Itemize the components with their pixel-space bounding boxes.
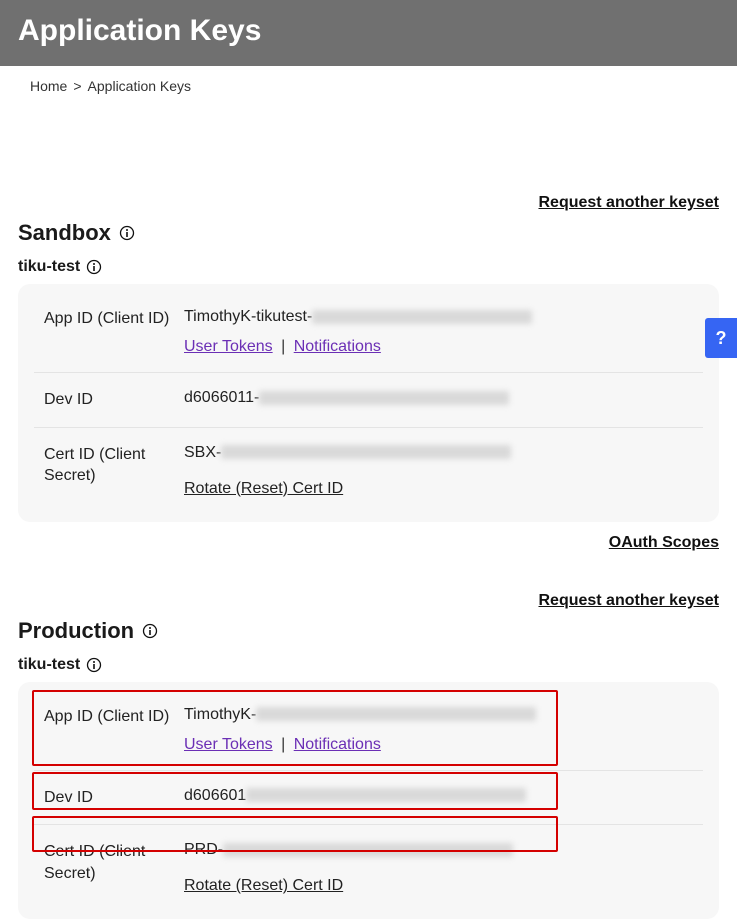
masked-value (223, 843, 513, 857)
app-id-label: App ID (Client ID) (44, 706, 184, 754)
masked-value (246, 788, 526, 802)
table-row: Cert ID (Client Secret) SBX- Rotate (Res… (34, 427, 703, 514)
cert-id-label: Cert ID (Client Secret) (44, 841, 184, 895)
notifications-link[interactable]: Notifications (294, 338, 381, 355)
production-card: App ID (Client ID) TimothyK- User Tokens… (18, 682, 719, 919)
info-icon[interactable] (119, 225, 135, 241)
app-id-label: App ID (Client ID) (44, 308, 184, 356)
dev-id-label: Dev ID (44, 389, 184, 411)
production-app-name-row: tiku-test (18, 656, 719, 674)
oauth-scopes-row: OAuth Scopes (18, 534, 719, 552)
app-id-value: TimothyK-tikutest- User Tokens | Notific… (184, 308, 693, 356)
sandbox-title-row: Sandbox (18, 220, 719, 246)
dev-id-value: d6066011- (184, 389, 693, 411)
user-tokens-link[interactable]: User Tokens (184, 338, 273, 355)
sandbox-app-name-row: tiku-test (18, 258, 719, 276)
breadcrumb: HomeApplication Keys (0, 66, 737, 106)
page-header: Application Keys (0, 0, 737, 66)
table-row: App ID (Client ID) TimothyK-tikutest- Us… (34, 292, 703, 372)
info-icon[interactable] (142, 623, 158, 639)
notifications-link[interactable]: Notifications (294, 736, 381, 753)
request-keyset-link[interactable]: Request another keyset (538, 194, 719, 211)
cert-id-value: SBX- Rotate (Reset) Cert ID (184, 444, 693, 498)
table-row: Cert ID (Client Secret) PRD- Rotate (Res… (34, 824, 703, 911)
masked-value (259, 391, 509, 405)
rotate-cert-link[interactable]: Rotate (Reset) Cert ID (184, 480, 343, 498)
oauth-scopes-link[interactable]: OAuth Scopes (609, 534, 719, 551)
user-tokens-link[interactable]: User Tokens (184, 736, 273, 753)
app-id-value: TimothyK- User Tokens | Notifications (184, 706, 693, 754)
sandbox-title: Sandbox (18, 220, 111, 246)
production-title: Production (18, 618, 134, 644)
masked-value (312, 310, 532, 324)
masked-value (221, 445, 511, 459)
production-app-name: tiku-test (18, 656, 80, 674)
table-row: Dev ID d6066011- (34, 372, 703, 427)
table-row: App ID (Client ID) TimothyK- User Tokens… (34, 690, 703, 770)
table-row: Dev ID d606601 (34, 770, 703, 825)
info-icon[interactable] (86, 259, 102, 275)
dev-id-label: Dev ID (44, 787, 184, 809)
info-icon[interactable] (86, 657, 102, 673)
sandbox-app-name: tiku-test (18, 258, 80, 276)
cert-id-value: PRD- Rotate (Reset) Cert ID (184, 841, 693, 895)
request-keyset-row: Request another keyset (18, 592, 719, 610)
help-tab[interactable]: ? (705, 318, 737, 358)
page-title: Application Keys (18, 14, 719, 48)
rotate-cert-link[interactable]: Rotate (Reset) Cert ID (184, 877, 343, 895)
help-icon: ? (716, 328, 727, 349)
sandbox-section: Request another keyset Sandbox tiku-test… (18, 194, 719, 552)
production-title-row: Production (18, 618, 719, 644)
breadcrumb-home[interactable]: Home (30, 78, 67, 94)
request-keyset-row: Request another keyset (18, 194, 719, 212)
masked-value (256, 707, 536, 721)
request-keyset-link[interactable]: Request another keyset (538, 592, 719, 609)
dev-id-value: d606601 (184, 787, 693, 809)
sandbox-card: App ID (Client ID) TimothyK-tikutest- Us… (18, 284, 719, 522)
breadcrumb-current: Application Keys (67, 78, 191, 94)
cert-id-label: Cert ID (Client Secret) (44, 444, 184, 498)
production-section: Request another keyset Production tiku-t… (18, 592, 719, 919)
